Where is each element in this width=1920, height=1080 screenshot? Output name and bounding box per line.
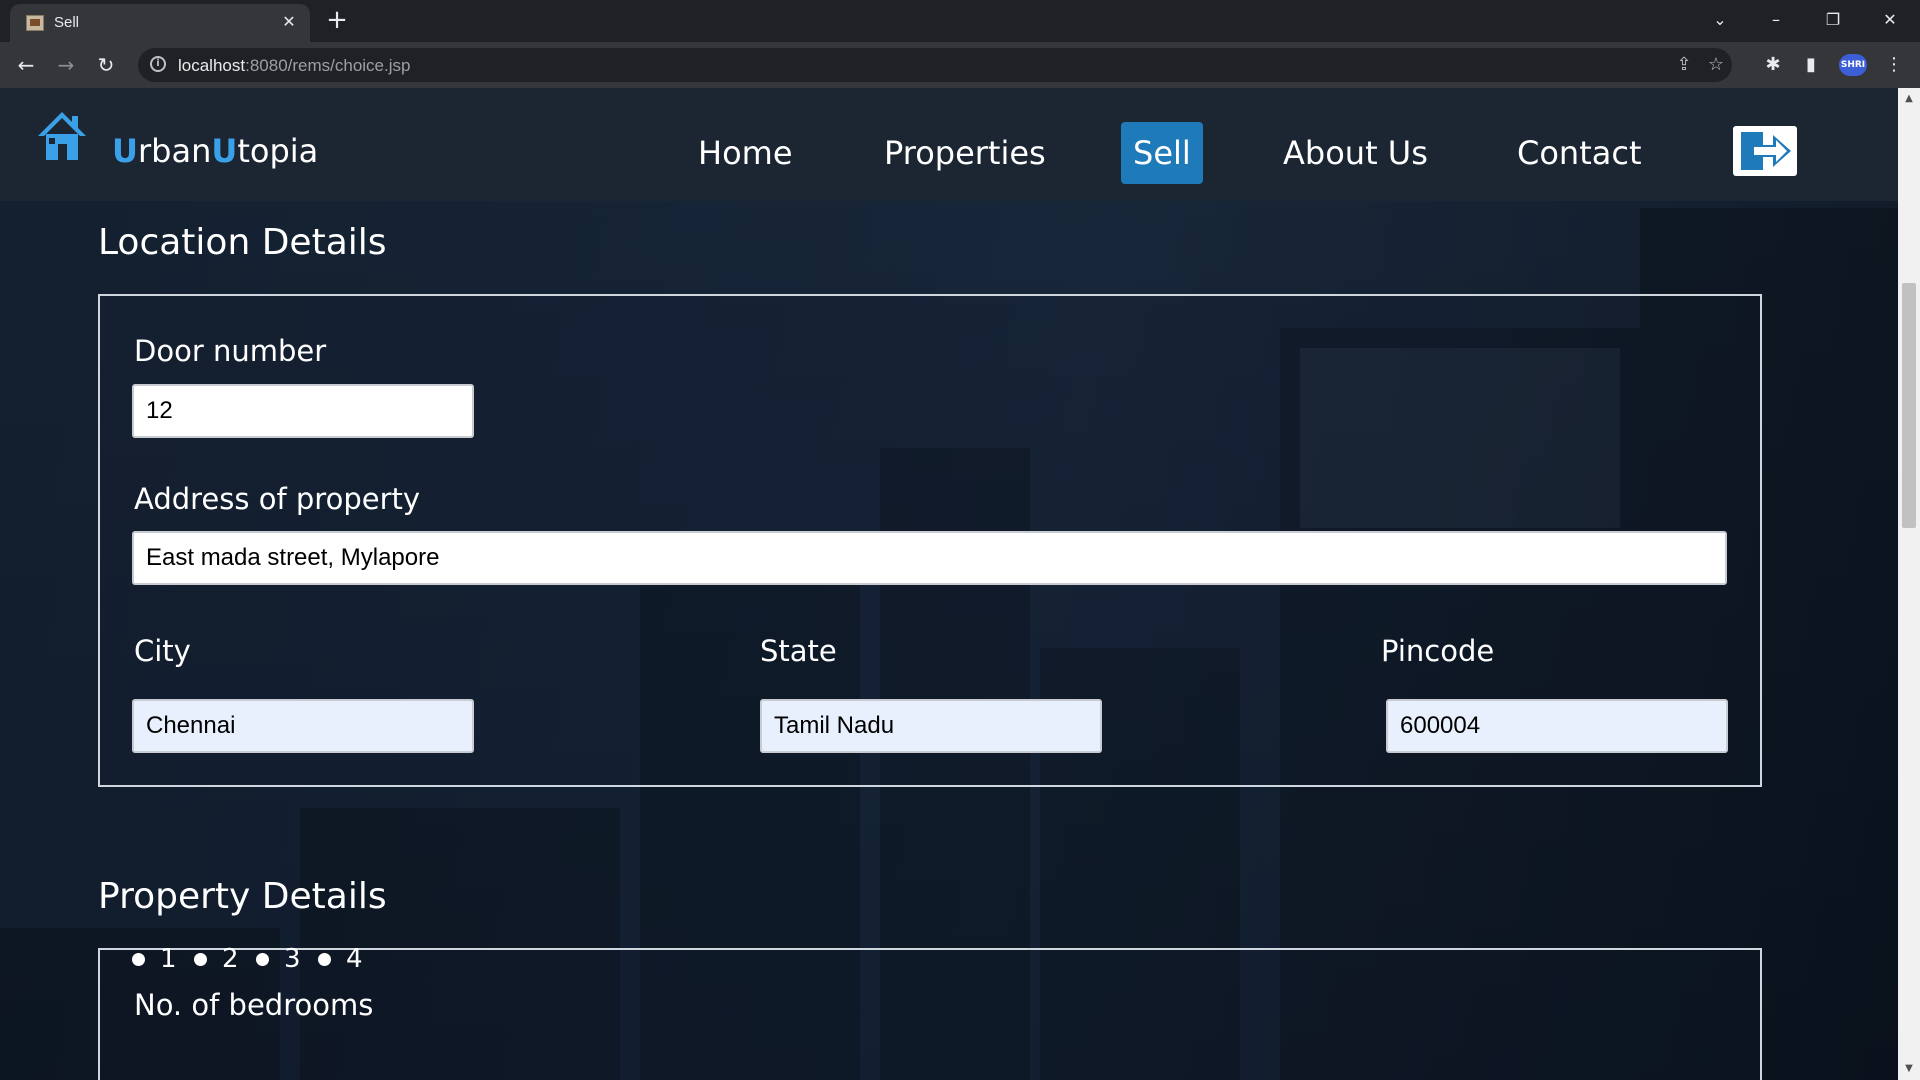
profile-avatar[interactable]: SHRI [1839, 54, 1867, 76]
brand-word-1: rban [137, 132, 212, 170]
page-viewport: UrbanUtopia Home Properties Sell About U… [0, 88, 1898, 1080]
pincode-input[interactable]: 600004 [1386, 699, 1728, 753]
door-number-input[interactable]: 12 [132, 384, 474, 438]
address-bar[interactable]: i localhost:8080/rems/choice.jsp ⇪ ☆ [138, 48, 1732, 82]
radio-button[interactable] [256, 953, 269, 966]
city-label: City [134, 634, 191, 668]
nav-contact[interactable]: Contact [1505, 122, 1654, 184]
location-details-title: Location Details [98, 222, 387, 263]
door-number-label: Door number [134, 334, 327, 368]
radio-label: 4 [346, 944, 363, 974]
extensions-puzzle-icon[interactable]: ✱ [1759, 51, 1787, 79]
browser-tabstrip: Sell ✕ + ⌄ – ❐ ✕ [0, 0, 1920, 42]
back-icon[interactable]: ← [12, 51, 40, 79]
favicon-icon [26, 15, 44, 31]
radio-label: 3 [284, 944, 301, 974]
minimize-button[interactable]: – [1756, 6, 1796, 34]
tab-title: Sell [54, 14, 80, 31]
address-input[interactable]: East mada street, Mylapore [132, 531, 1727, 585]
pincode-label: Pincode [1381, 634, 1495, 668]
address-label: Address of property [134, 482, 421, 516]
share-icon[interactable]: ⇪ [1672, 53, 1696, 77]
house-logo-icon[interactable] [34, 108, 90, 162]
site-info-icon[interactable]: i [150, 56, 166, 72]
brand-initial-2: U [211, 132, 238, 170]
scroll-down-arrow-icon[interactable]: ▼ [1898, 1058, 1920, 1080]
url-text: localhost:8080/rems/choice.jsp [178, 56, 410, 76]
nav-properties[interactable]: Properties [872, 122, 1058, 184]
menu-kebab-icon[interactable]: ⋮ [1880, 51, 1908, 79]
city-input[interactable]: Chennai [132, 699, 474, 753]
state-label: State [760, 634, 837, 668]
property-details-title: Property Details [98, 876, 387, 917]
nav-sell[interactable]: Sell [1121, 122, 1203, 184]
radio-button[interactable] [318, 953, 331, 966]
state-input[interactable]: Tamil Nadu [760, 699, 1102, 753]
tab-search-icon[interactable]: ⌄ [1700, 6, 1740, 34]
nav-about-us[interactable]: About Us [1271, 122, 1440, 184]
close-tab-icon[interactable]: ✕ [278, 11, 300, 33]
restore-button[interactable]: ❐ [1813, 6, 1853, 34]
close-window-button[interactable]: ✕ [1870, 6, 1910, 34]
logout-icon[interactable] [1733, 126, 1797, 176]
nav-home[interactable]: Home [686, 122, 805, 184]
radio-button[interactable] [194, 953, 207, 966]
brand-initial-1: U [112, 132, 138, 170]
side-panel-icon[interactable]: ▮ [1797, 51, 1825, 79]
bedrooms-label: No. of bedrooms [134, 988, 374, 1022]
brand-name[interactable]: UrbanUtopia [112, 132, 318, 170]
page-scrollbar[interactable]: ▲ ▼ [1898, 88, 1920, 1080]
scroll-thumb[interactable] [1902, 283, 1916, 528]
radio-label: 1 [160, 944, 177, 974]
url-host: localhost [178, 56, 246, 75]
url-path: :8080/rems/choice.jsp [245, 56, 411, 75]
brand-word-2: topia [237, 132, 319, 170]
new-tab-button[interactable]: + [323, 6, 351, 34]
browser-tab[interactable]: Sell ✕ [10, 4, 310, 42]
site-header: UrbanUtopia Home Properties Sell About U… [0, 88, 1898, 201]
bookmark-star-icon[interactable]: ☆ [1704, 53, 1728, 77]
forward-icon[interactable]: → [52, 51, 80, 79]
browser-toolbar: ← → ↻ i localhost:8080/rems/choice.jsp ⇪… [0, 42, 1920, 88]
radio-button[interactable] [132, 953, 145, 966]
scroll-up-arrow-icon[interactable]: ▲ [1898, 88, 1920, 110]
reload-icon[interactable]: ↻ [92, 51, 120, 79]
radio-label: 2 [222, 944, 239, 974]
